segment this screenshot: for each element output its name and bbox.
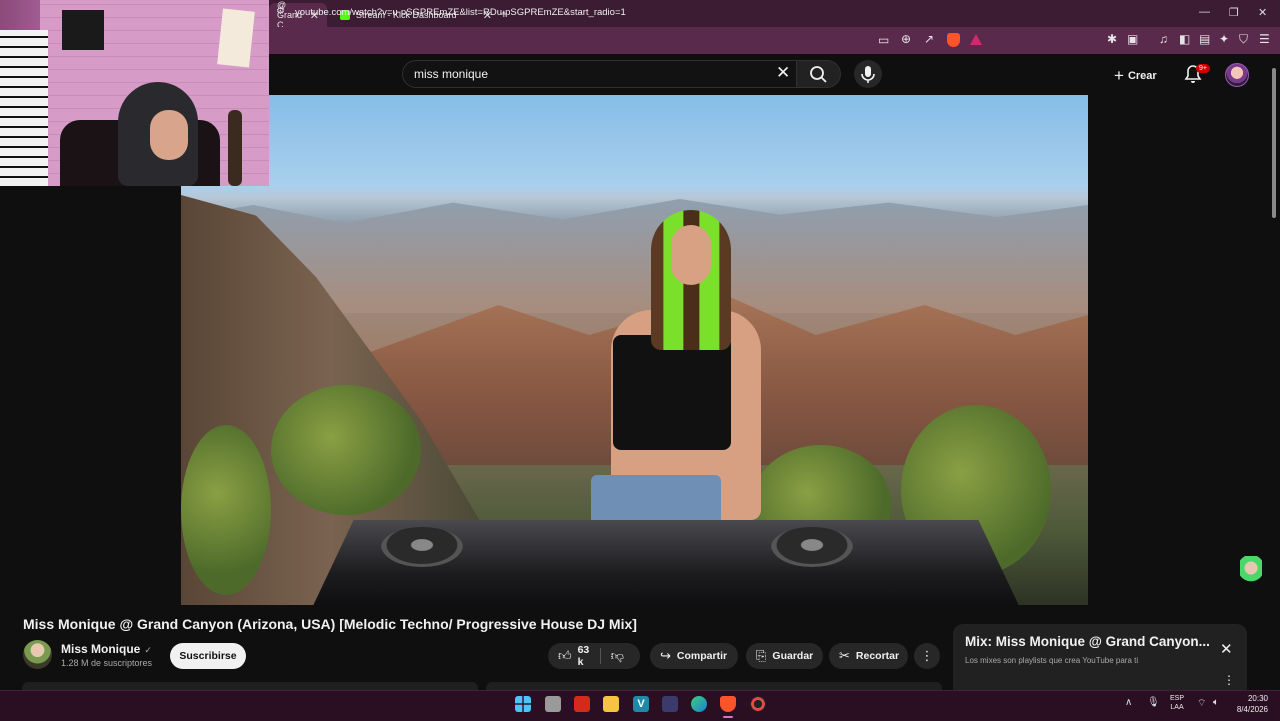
like-dislike-group: 👍︎ 63 k 👎︎ [548,643,640,669]
acrobat-icon[interactable] [574,696,590,712]
video-frame-dj-top [613,335,731,450]
plus-icon: + [1114,66,1124,85]
vpn-icon[interactable]: ⛉ [1239,32,1248,47]
description-box[interactable] [22,682,478,690]
channel-name[interactable]: Miss Monique ✓ [61,642,152,656]
language-line2: LAA [1170,704,1184,711]
file-explorer-icon[interactable] [603,696,619,712]
mix-more-icon[interactable]: ⋮ [1223,673,1235,687]
video-frame-dj-face [671,225,711,285]
cast-icon[interactable]: ▭ [878,33,889,47]
minimize-button[interactable]: — [1199,6,1210,18]
create-label: Crear [1127,69,1157,82]
channel-name-text: Miss Monique [61,642,141,656]
video-frame-bush [271,385,421,515]
page-scrollbar[interactable] [1272,68,1276,218]
thumbs-down-icon[interactable]: 👎︎ [611,648,624,664]
video-frame-bush [181,425,271,595]
like-divider [600,648,601,664]
clip-label: Recortar [855,650,900,662]
url-field[interactable]: youtube.com/watch?v=u-pSGPREmZE&list=RDu… [295,7,626,18]
wallet-icon[interactable]: ▣ [1127,32,1138,46]
video-title: Miss Monique @ Grand Canyon (Arizona, US… [23,616,637,632]
sidebar-icon[interactable]: ◧ [1179,32,1190,46]
mix-subtitle: Los mixes son playlists que crea YouTube… [965,656,1139,665]
verified-icon: ✓ [144,645,152,655]
extensions-icon[interactable]: ✱ [1107,32,1117,46]
brave-taskbar-icon[interactable] [720,696,736,712]
v-app-icon[interactable]: V [633,696,649,712]
subscriber-count: 1.28 M de suscriptores [61,658,153,668]
account-avatar[interactable] [1225,63,1249,87]
mix-title[interactable]: Mix: Miss Monique @ Grand Canyon... [965,634,1210,649]
edge-icon[interactable] [691,696,707,712]
floating-avatar [1240,556,1262,586]
share-label: Compartir [676,650,728,662]
maximize-button[interactable]: ❐ [1229,6,1239,19]
share-icon: ↪ [660,648,671,663]
clock-date: 8/4/2026 [1236,705,1268,714]
share-button[interactable]: ↪ Compartir [650,643,738,669]
video-frame-dj-jeans [591,475,721,525]
menu-icon[interactable]: ☰ [1259,32,1270,46]
more-actions-button[interactable]: ⋮ [914,643,940,669]
webcam-overlay [0,0,269,186]
video-frame-jog-wheel [771,527,853,567]
leo-ai-icon[interactable]: ✦ [1219,32,1229,46]
brave-rewards-icon[interactable] [970,34,982,45]
clip-button[interactable]: ✂ Recortar [829,643,908,669]
save-button[interactable]: ⎘ Guardar [746,643,823,669]
language-indicator[interactable]: ESP LAA [1170,694,1184,712]
mix-close-icon[interactable]: ✕ [1220,640,1233,658]
active-app-indicator [723,716,733,718]
voice-search-button[interactable] [854,60,882,88]
thumbs-up-icon[interactable]: 👍︎ [558,648,572,664]
save-label: Guardar [772,650,814,662]
scissors-icon: ✂ [839,648,850,663]
volume-icon[interactable]: 🔈︎ [1213,697,1219,708]
windows-start-icon[interactable] [515,696,531,712]
comments-box[interactable] [486,682,942,690]
webcam-poster [62,10,104,50]
task-view-icon[interactable] [545,696,561,712]
channel-avatar[interactable] [23,640,52,669]
wifi-icon[interactable]: ⌔ [1197,697,1206,710]
clear-search-icon[interactable]: ✕ [776,63,790,83]
wallet-panel-icon[interactable]: ▤ [1199,32,1210,46]
webcam-guitar [228,110,242,186]
share-page-icon[interactable]: ↗ [924,32,934,46]
webcam-streamer-face [150,110,188,160]
obs-icon[interactable] [750,696,766,712]
subscribe-button[interactable]: Suscribirse [170,643,246,669]
language-line1: ESP [1170,695,1185,702]
zoom-icon[interactable]: ⊕ [901,32,911,46]
microphone-tray-icon[interactable]: 🎙︎ [1147,697,1160,708]
network-app-icon[interactable] [662,696,678,712]
search-button[interactable] [796,60,841,88]
like-count[interactable]: 63 k [578,644,591,668]
media-icon[interactable]: ♫ [1159,32,1168,46]
tray-overflow-icon[interactable]: ∧ [1125,697,1132,708]
create-button[interactable]: + Crear [1114,66,1157,86]
webcam-poster [217,8,255,68]
microphone-icon [861,66,875,83]
brave-shields-icon[interactable] [947,33,960,47]
close-window-button[interactable]: ✕ [1258,6,1267,19]
search-icon [810,66,827,83]
video-player[interactable] [181,95,1088,605]
search-query: miss monique [414,67,489,81]
clock-time: 20:30 [1247,694,1268,703]
system-clock[interactable]: 20:30 8/4/2026 [1232,693,1268,715]
site-settings-icon[interactable]: ⚙ [276,6,285,17]
notification-count-badge: 9+ [1196,64,1210,73]
bookmark-icon: ⎘ [756,648,767,663]
video-frame-jog-wheel [381,527,463,567]
webcam-keyboard [0,30,48,186]
